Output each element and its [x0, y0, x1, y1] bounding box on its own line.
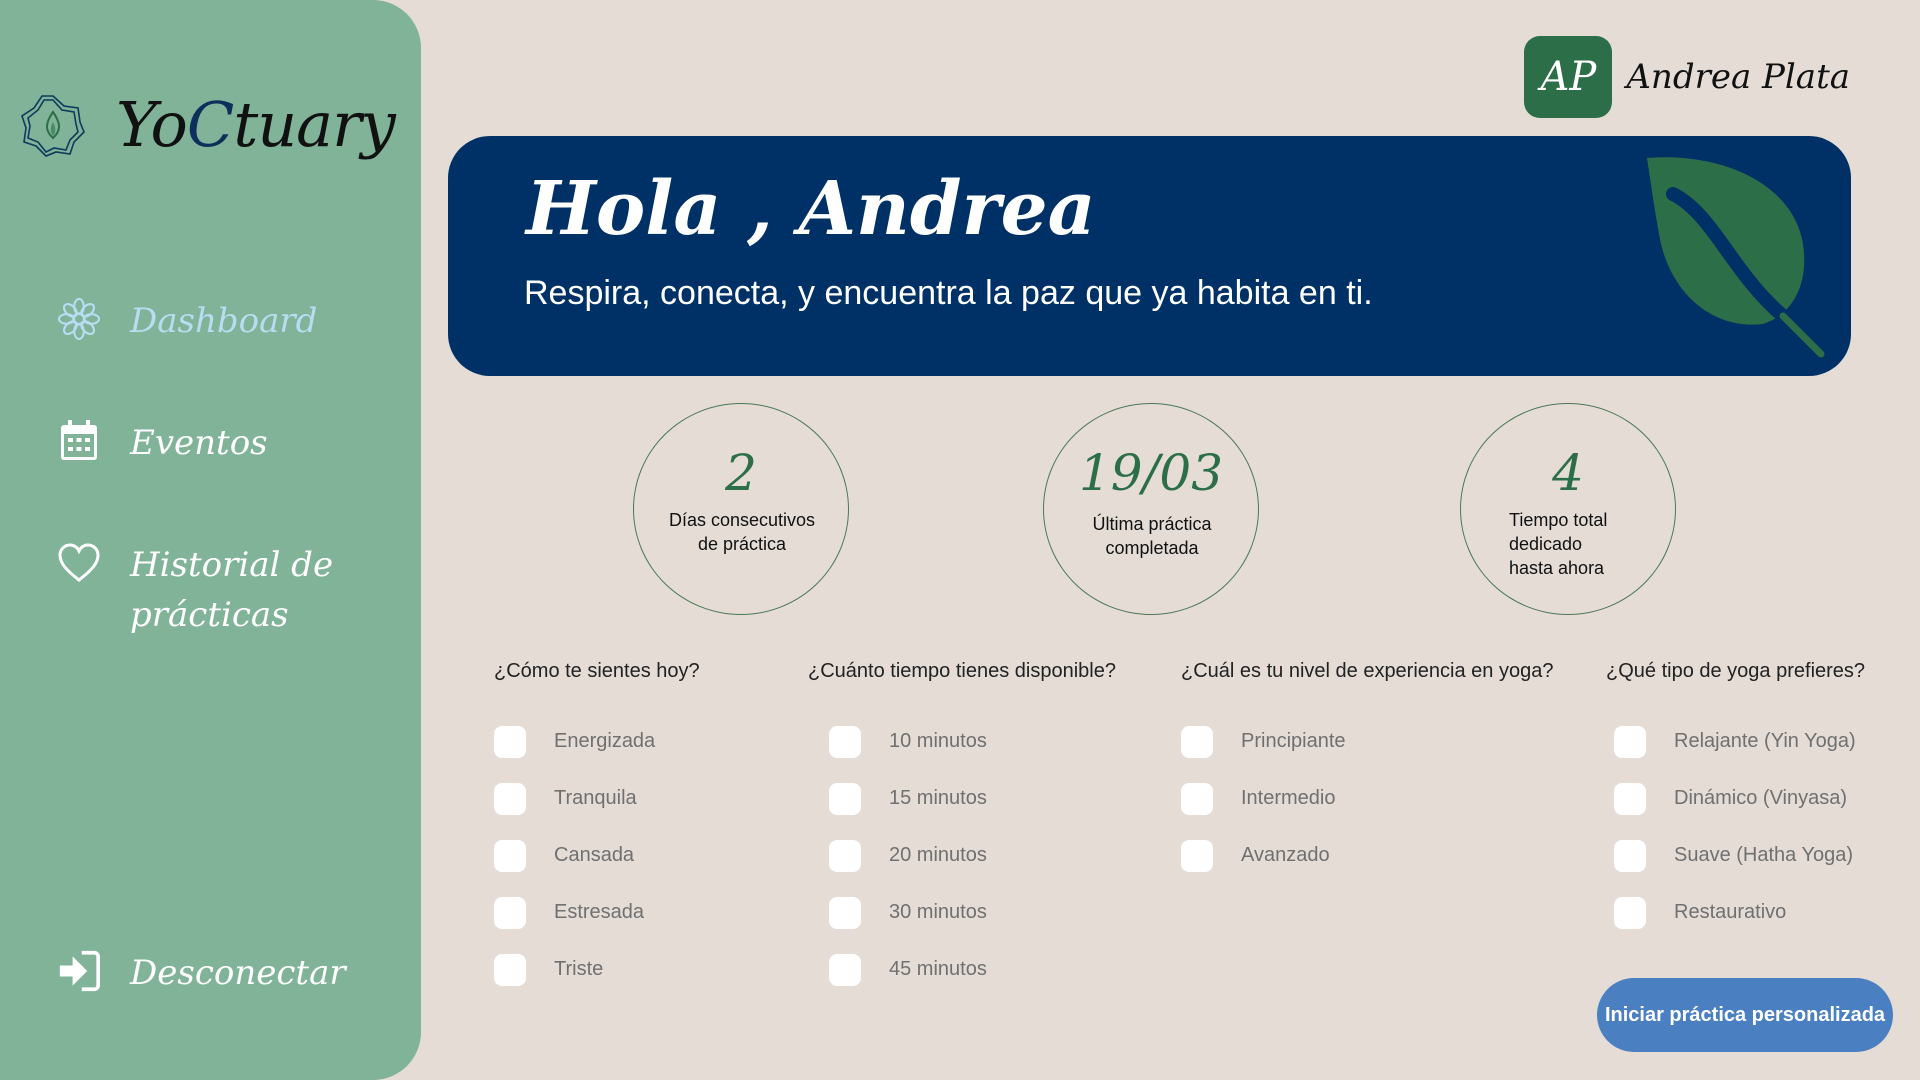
option-label: Restaurativo — [1674, 901, 1787, 923]
question-time: ¿Cuánto tiempo tienes disponible? 10 min… — [808, 660, 1116, 998]
option-label: Dinámico (Vinyasa) — [1674, 787, 1848, 809]
option-label: Relajante (Yin Yoga) — [1674, 730, 1856, 752]
checkbox[interactable] — [494, 896, 526, 929]
logout-button[interactable]: Desconectar — [58, 948, 346, 998]
checkbox[interactable] — [829, 896, 861, 929]
option-label: Estresada — [554, 901, 645, 923]
option-energizada[interactable]: Energizada — [494, 713, 700, 770]
option-cansada[interactable]: Cansada — [494, 827, 700, 884]
sidebar-item-label: Dashboard — [130, 301, 318, 341]
lotus-logo-icon — [21, 94, 85, 157]
option-label: Tranquila — [554, 787, 637, 809]
options-list: Energizada Tranquila Cansada Estresada T… — [494, 713, 700, 998]
option-label: Cansada — [554, 844, 635, 866]
logout-label: Desconectar — [130, 953, 346, 993]
sidebar-item-dashboard[interactable]: Dashboard — [58, 296, 317, 346]
sidebar-item-eventos[interactable]: Eventos — [58, 418, 268, 468]
option-dinamico[interactable]: Dinámico (Vinyasa) — [1614, 770, 1865, 827]
welcome-banner: Hola , Andrea Respira, conecta, y encuen… — [448, 136, 1851, 376]
option-suave[interactable]: Suave (Hatha Yoga) — [1614, 827, 1865, 884]
checkbox[interactable] — [1614, 839, 1646, 872]
option-45-min[interactable]: 45 minutos — [829, 941, 1116, 998]
checkbox[interactable] — [1181, 782, 1213, 815]
stat-value: 2 — [725, 444, 757, 502]
checkbox[interactable] — [1614, 896, 1646, 929]
option-principiante[interactable]: Principiante — [1181, 713, 1553, 770]
start-practice-button[interactable]: Iniciar práctica personalizada — [1597, 978, 1893, 1052]
stat-total-time: 4 Tiempo total dedicado hasta ahora — [1460, 403, 1676, 615]
option-triste[interactable]: Triste — [494, 941, 700, 998]
sidebar-item-label: Historial de prácticas — [130, 545, 334, 635]
checkbox[interactable] — [1614, 782, 1646, 815]
option-relajante[interactable]: Relajante (Yin Yoga) — [1614, 713, 1865, 770]
stat-consecutive-days: 2 Días consecutivos de práctica — [633, 403, 849, 615]
option-label: 15 minutos — [889, 787, 987, 809]
question-label: ¿Qué tipo de yoga prefieres? — [1606, 660, 1866, 682]
option-label: Energizada — [554, 730, 656, 752]
avatar: AP — [1524, 36, 1613, 118]
user-name: Andrea Plata — [1626, 57, 1850, 97]
checkbox[interactable] — [1181, 725, 1213, 758]
option-10-min[interactable]: 10 minutos — [829, 713, 1116, 770]
option-label: Principiante — [1241, 730, 1346, 752]
sidebar-item-label: Eventos — [130, 423, 268, 463]
checkbox[interactable] — [829, 782, 861, 815]
option-label: Intermedio — [1241, 787, 1336, 809]
stat-value: 4 — [1552, 444, 1584, 502]
sidebar-item-historial[interactable]: Historial de prácticas — [58, 540, 350, 640]
checkbox[interactable] — [829, 839, 861, 872]
option-label: 20 minutos — [889, 844, 987, 866]
leaf-icon — [1647, 157, 1825, 358]
checkbox[interactable] — [494, 953, 526, 986]
option-intermedio[interactable]: Intermedio — [1181, 770, 1553, 827]
stat-label: Última práctica completada — [1092, 514, 1212, 558]
option-restaurativo[interactable]: Restaurativo — [1614, 884, 1865, 941]
option-label: Avanzado — [1241, 844, 1330, 866]
flower-icon — [58, 296, 100, 342]
app-name: YoCtuary — [116, 88, 396, 161]
greeting-title: Hola , Andrea — [526, 166, 1096, 252]
stat-label: Tiempo total dedicado hasta ahora — [1509, 510, 1608, 578]
sidebar: YoCtuary Dashboard Eventos Historial de … — [0, 0, 421, 1080]
checkbox[interactable] — [494, 725, 526, 758]
option-label: 45 minutos — [889, 958, 987, 980]
option-30-min[interactable]: 30 minutos — [829, 884, 1116, 941]
app-logo[interactable]: YoCtuary — [20, 88, 396, 161]
checkbox[interactable] — [829, 725, 861, 758]
option-15-min[interactable]: 15 minutos — [829, 770, 1116, 827]
question-label: ¿Cuánto tiempo tienes disponible? — [808, 660, 1116, 682]
question-experience: ¿Cuál es tu nivel de experiencia en yoga… — [1181, 660, 1553, 884]
heart-icon — [58, 540, 100, 586]
checkbox[interactable] — [829, 953, 861, 986]
checkbox[interactable] — [1614, 725, 1646, 758]
question-label: ¿Cuál es tu nivel de experiencia en yoga… — [1181, 660, 1554, 682]
calendar-icon — [58, 418, 100, 464]
option-estresada[interactable]: Estresada — [494, 884, 700, 941]
option-label: 10 minutos — [889, 730, 987, 752]
checkbox[interactable] — [494, 839, 526, 872]
stat-label: Días consecutivos de práctica — [668, 510, 816, 554]
stat-value: 19/03 — [1078, 444, 1224, 502]
options-list: 10 minutos 15 minutos 20 minutos 30 minu… — [829, 713, 1116, 998]
options-list: Principiante Intermedio Avanzado — [1181, 713, 1553, 884]
user-profile[interactable]: AP Andrea Plata — [1524, 36, 1850, 118]
sign-in-icon — [58, 948, 100, 994]
question-yoga-type: ¿Qué tipo de yoga prefieres? Relajante (… — [1606, 660, 1865, 941]
option-label: Triste — [554, 958, 604, 980]
question-mood: ¿Cómo te sientes hoy? Energizada Tranqui… — [494, 660, 700, 998]
question-label: ¿Cómo te sientes hoy? — [494, 660, 700, 682]
option-20-min[interactable]: 20 minutos — [829, 827, 1116, 884]
option-avanzado[interactable]: Avanzado — [1181, 827, 1553, 884]
option-label: 30 minutos — [889, 901, 987, 923]
options-list: Relajante (Yin Yoga) Dinámico (Vinyasa) … — [1614, 713, 1865, 941]
option-label: Suave (Hatha Yoga) — [1674, 844, 1854, 866]
stat-last-practice: 19/03 Última práctica completada — [1043, 403, 1259, 615]
checkbox[interactable] — [494, 782, 526, 815]
option-tranquila[interactable]: Tranquila — [494, 770, 700, 827]
greeting-subtitle: Respira, conecta, y encuentra la paz que… — [524, 274, 1373, 312]
checkbox[interactable] — [1181, 839, 1213, 872]
